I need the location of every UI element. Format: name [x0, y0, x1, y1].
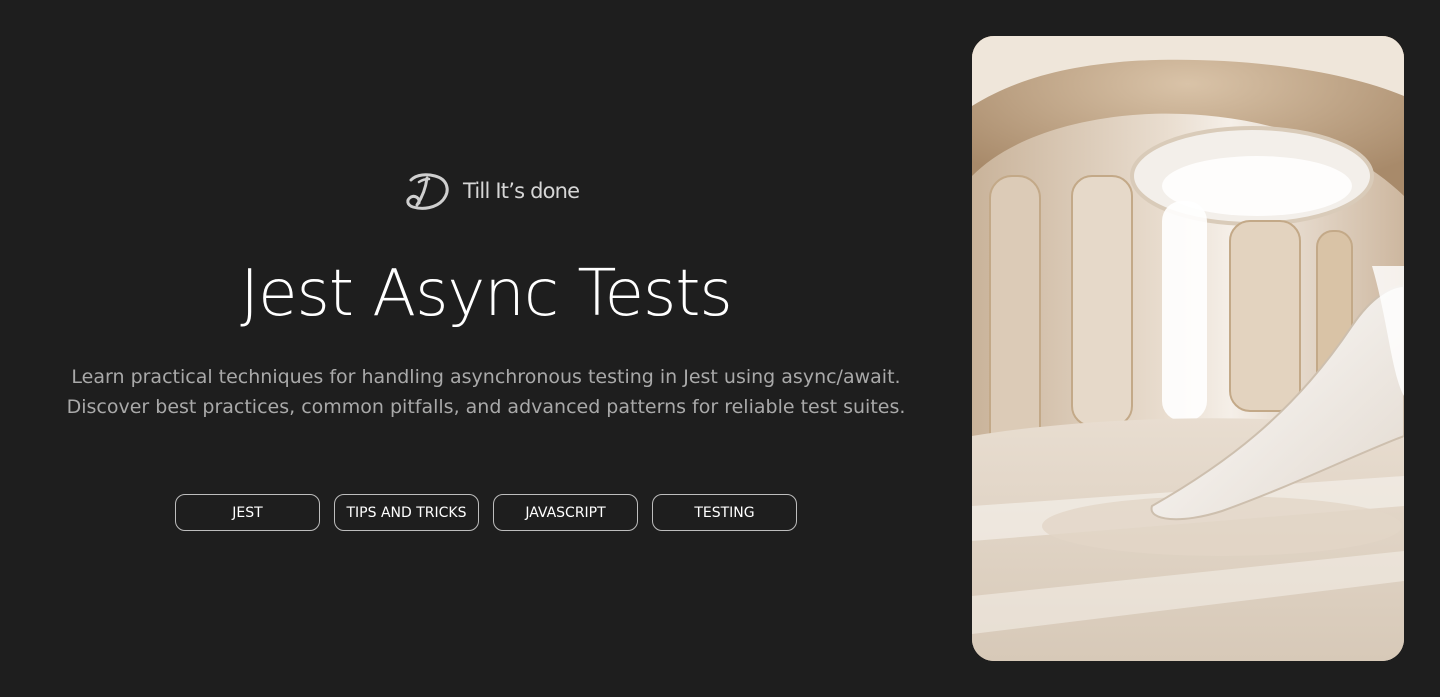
description-line-2: Discover best practices, common pitfalls…: [66, 396, 906, 418]
hero-image: [972, 36, 1404, 661]
hero-section: Till It’s done Jest Async Tests Learn pr…: [0, 0, 972, 697]
page-title: Jest Async Tests: [240, 257, 733, 331]
tag-javascript[interactable]: JAVASCRIPT: [493, 494, 638, 531]
tag-tips-and-tricks[interactable]: TIPS AND TRICKS: [334, 494, 479, 531]
brand-name: Till It’s done: [463, 179, 580, 203]
page-description: Learn practical techniques for handling …: [0, 362, 972, 422]
cursive-d-logo-icon: [405, 170, 451, 212]
description-line-1: Learn practical techniques for handling …: [71, 366, 901, 388]
tag-list: JEST TIPS AND TRICKS JAVASCRIPT TESTING: [175, 494, 797, 531]
tag-testing[interactable]: TESTING: [652, 494, 797, 531]
brand[interactable]: Till It’s done: [405, 170, 580, 212]
tag-jest[interactable]: JEST: [175, 494, 320, 531]
